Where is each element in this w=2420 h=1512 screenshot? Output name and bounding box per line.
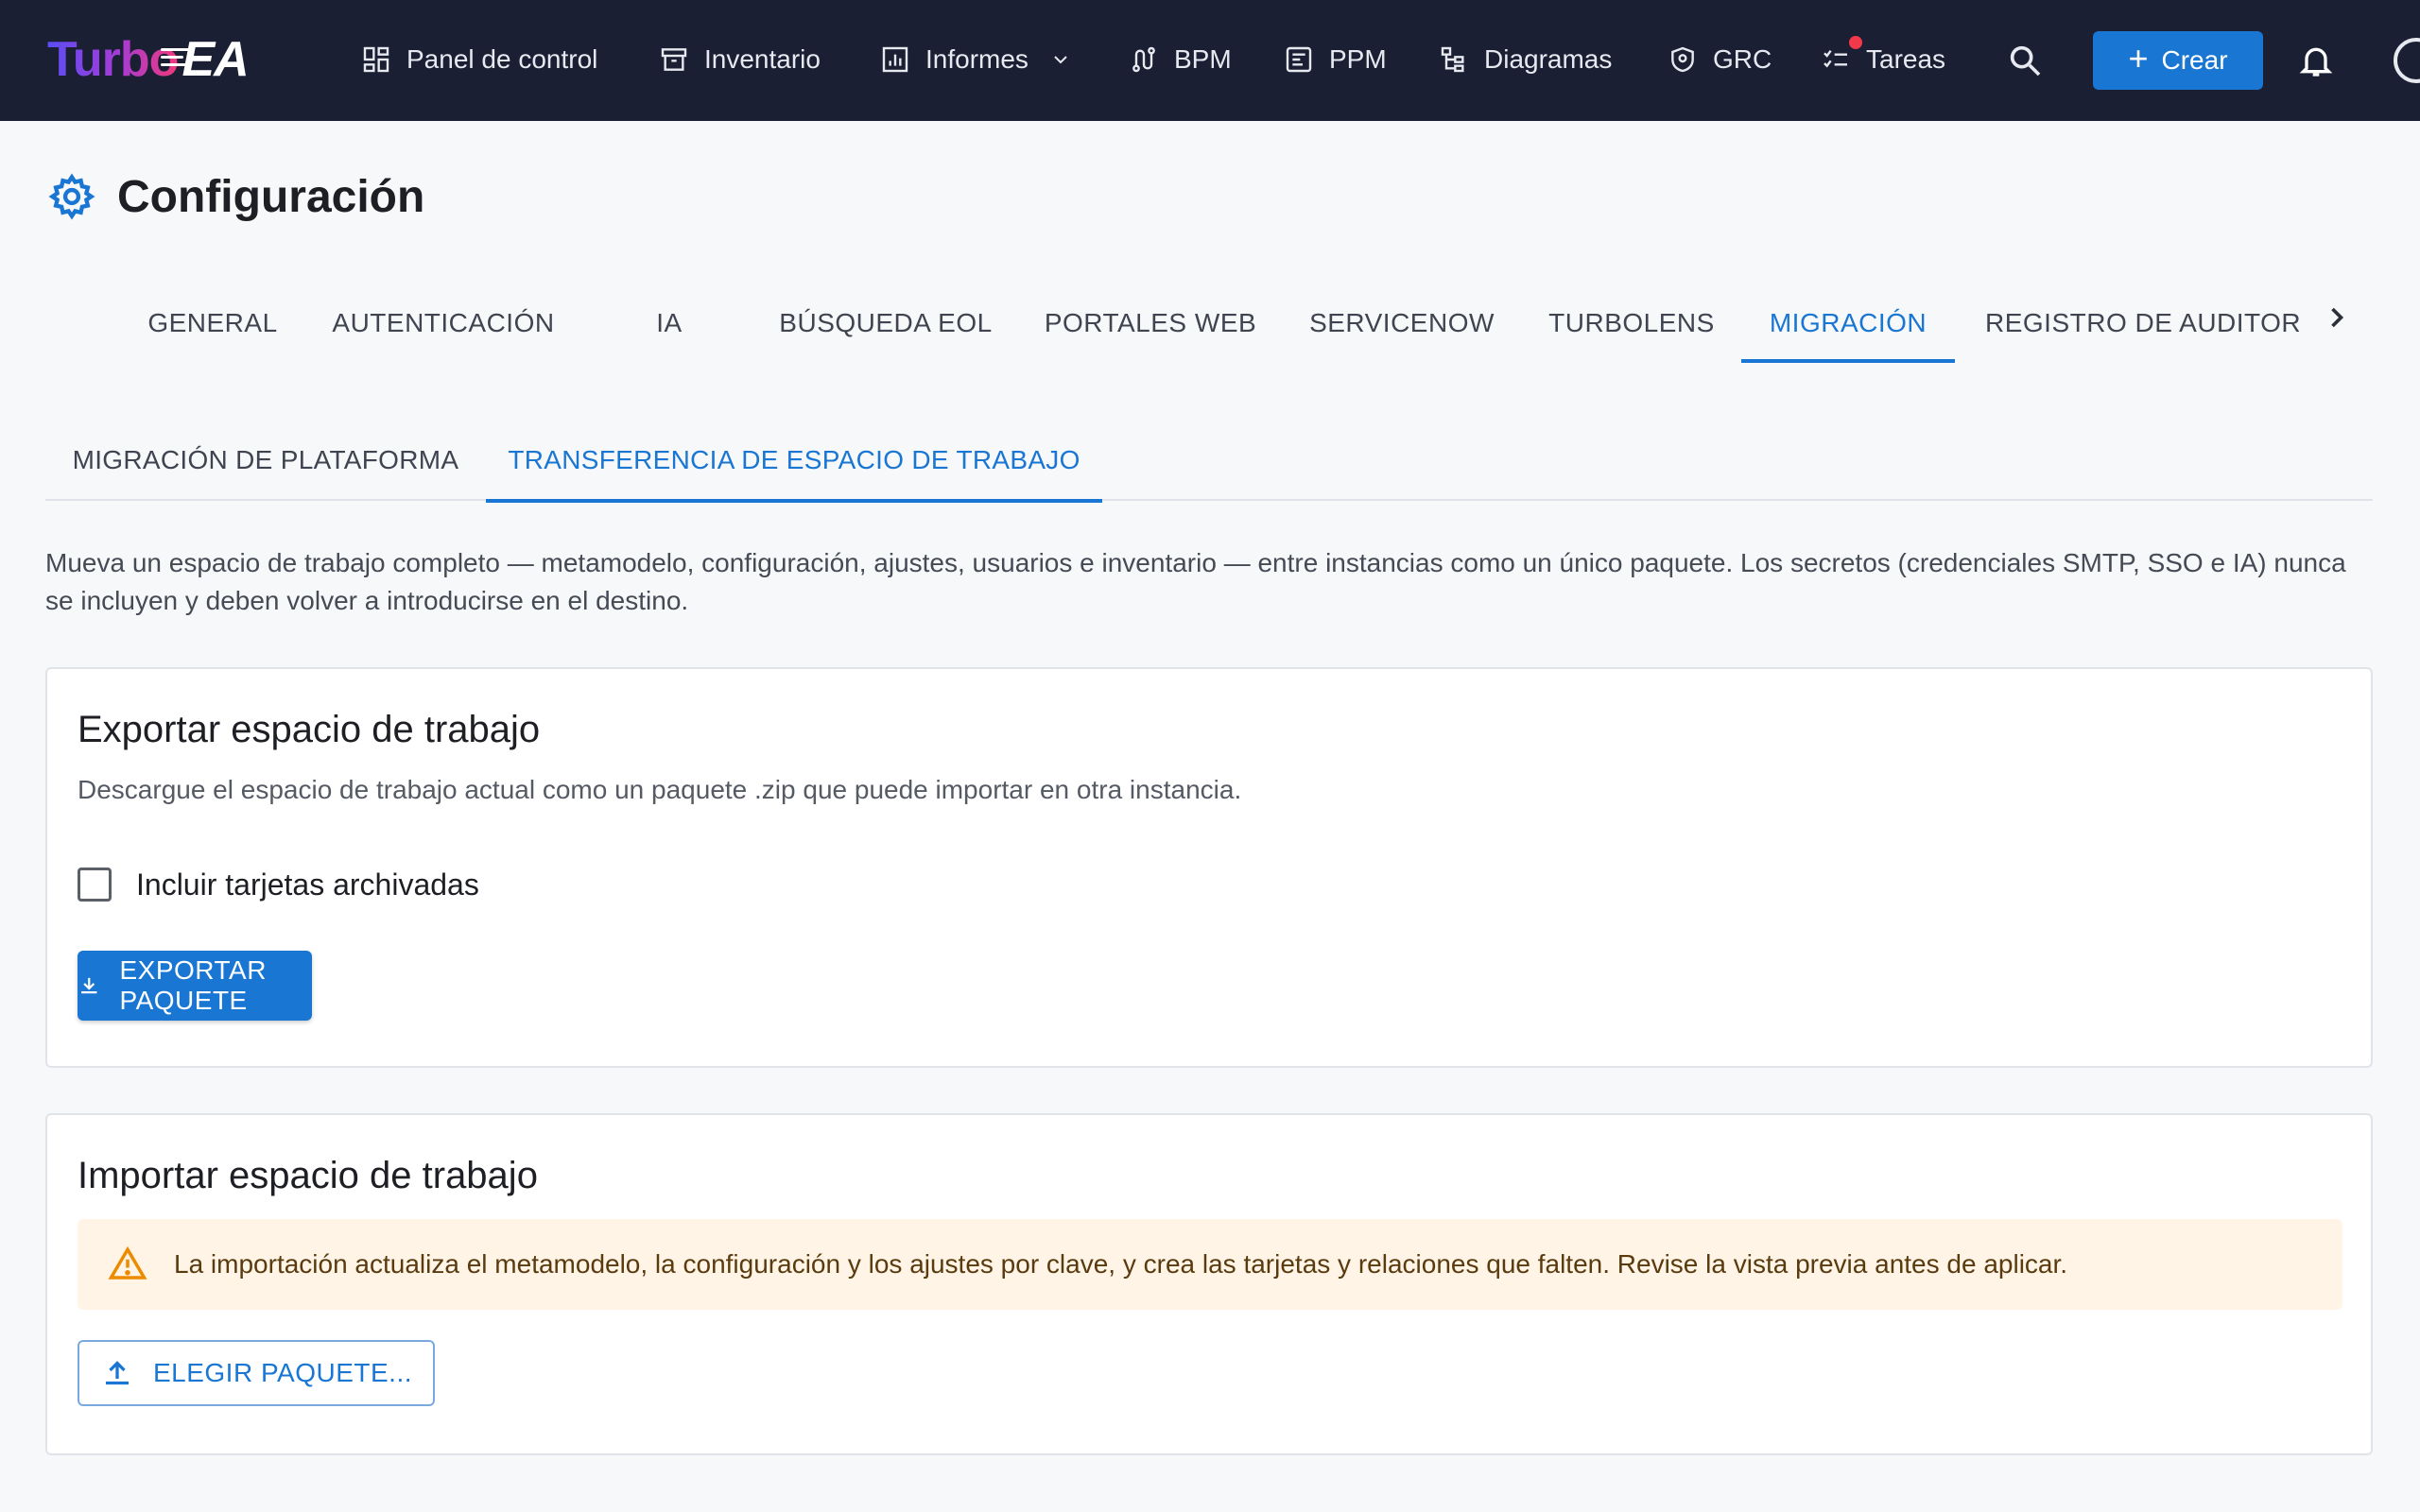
tab-label: MIGRACIÓN [1769,308,1927,337]
subtab-label: TRANSFERENCIA DE ESPACIO DE TRABAJO [508,445,1080,474]
chevron-down-icon [1054,56,1067,64]
user-avatar-icon[interactable] [2394,38,2420,83]
nav-label: PPM [1329,44,1387,74]
export-button-label: EXPORTAR PAQUETE [119,955,267,1015]
nav-item-diagramas[interactable]: Diagramas [1439,34,1612,85]
import-workspace-card: Importar espacio de trabajo La importaci… [45,1113,2373,1455]
tab-label: PORTALES WEB [1044,308,1257,337]
nav-label: Panel de control [406,44,598,74]
nav-label: Inventario [704,44,821,74]
subtab-migracion-de-plataforma[interactable]: MIGRACIÓN DE PLATAFORMA [45,420,486,501]
dashboard-icon [363,46,389,73]
export-workspace-card: Exportar espacio de trabajo Descargue el… [45,667,2373,1068]
tab-label: GENERAL [147,308,278,337]
logo-speed-lines-icon [161,48,194,69]
shield-icon [1671,46,1694,73]
subtab-label: MIGRACIÓN DE PLATAFORMA [72,445,459,474]
tab-autenticacion[interactable]: AUTENTICACIÓN [316,284,571,363]
include-archived-checkbox[interactable] [78,868,112,902]
nav-item-inventario[interactable]: Inventario [659,34,821,85]
tab-label: AUTENTICACIÓN [332,308,555,337]
tab-busqueda-eol[interactable]: BÚSQUEDA EOL [768,284,1004,363]
tab-label: REGISTRO DE AUDITORÍA [1985,308,2301,337]
nav-label: BPM [1174,44,1232,74]
settings-tabs: GENERAL AUTENTICACIÓN IA BÚSQUEDA EOL PO… [0,284,2420,363]
diagram-tree-icon [1441,46,1464,73]
choose-package-button[interactable]: ELEGIR PAQUETE... [78,1340,435,1406]
warning-icon [108,1246,147,1280]
workspace-transfer-description: Mueva un espacio de trabajo completo — m… [45,548,2346,615]
include-archived-label: Incluir tarjetas archivadas [136,867,479,902]
export-package-button[interactable]: EXPORTAR PAQUETE [78,951,312,1021]
choose-package-label: ELEGIR PAQUETE... [152,1358,413,1387]
project-icon [1286,46,1312,73]
tab-label: BÚSQUEDA EOL [779,308,993,337]
nav-label: GRC [1713,44,1772,74]
tab-label: IA [656,308,683,337]
inventory-box-icon [661,48,687,71]
nav-label: Diagramas [1484,44,1613,74]
top-navigation-bar: Turbo EA Panel de control Inventario Inf… [0,0,2420,121]
export-card-title: Exportar espacio de trabajo [78,709,541,750]
nav-item-bpm[interactable]: BPM [1129,34,1232,85]
import-warning-text: La importación actualiza el metamodelo, … [174,1249,2068,1279]
search-icon[interactable] [2006,42,2044,79]
import-card-title: Importar espacio de trabajo [78,1155,538,1196]
tab-registro-de-auditoria[interactable]: REGISTRO DE AUDITORÍA [1985,284,2301,363]
create-button[interactable]: + Crear [2093,31,2263,90]
tab-servicenow[interactable]: SERVICENOW [1297,284,1507,363]
download-icon [81,977,97,994]
create-button-label: Crear [2161,45,2228,75]
nav-label: Informes [925,44,1028,74]
nav-item-grc[interactable]: GRC [1668,34,1772,85]
logo-ea-text: EA [161,31,250,88]
tab-portales-web[interactable]: PORTALES WEB [1027,284,1274,363]
plus-icon: + [2128,39,2149,77]
upload-icon [105,1361,129,1385]
subtab-transferencia-de-espacio-de-trabajo[interactable]: TRANSFERENCIA DE ESPACIO DE TRABAJO [486,420,1102,503]
tab-ia[interactable]: IA [594,284,745,363]
notifications-bell-icon[interactable] [2297,40,2335,81]
tasks-notification-dot [1849,36,1862,49]
export-card-subtitle: Descargue el espacio de trabajo actual c… [78,775,1242,804]
tasks-checklist-icon [1824,49,1847,68]
nav-item-tareas[interactable]: Tareas [1821,34,1945,85]
tab-general[interactable]: GENERAL [132,284,293,363]
tab-label: SERVICENOW [1309,308,1495,337]
page-title-text: Configuración [117,171,425,222]
tab-migracion[interactable]: MIGRACIÓN [1741,284,1955,363]
import-warning-alert: La importación actualiza el metamodelo, … [78,1219,2342,1310]
turboea-logo[interactable]: Turbo EA [47,28,250,91]
nav-item-ppm[interactable]: PPM [1284,34,1387,85]
tab-turbolens[interactable]: TURBOLENS [1530,284,1734,363]
nav-item-panel-de-control[interactable]: Panel de control [361,34,597,85]
logo-turbo-text: Turbo [47,32,179,87]
nav-item-informes[interactable]: Informes [880,34,1072,85]
reports-chart-icon [882,46,908,73]
page-title: Configuración [47,168,424,225]
migration-subtabs: MIGRACIÓN DE PLATAFORMA TRANSFERENCIA DE… [45,420,2373,503]
nav-label: Tareas [1866,44,1946,74]
tab-label: TURBOLENS [1548,308,1715,337]
process-route-icon [1132,46,1155,73]
include-archived-cards-option[interactable]: Incluir tarjetas archivadas [78,864,479,905]
chevron-right-icon[interactable] [2320,301,2354,335]
gear-icon [48,173,95,220]
